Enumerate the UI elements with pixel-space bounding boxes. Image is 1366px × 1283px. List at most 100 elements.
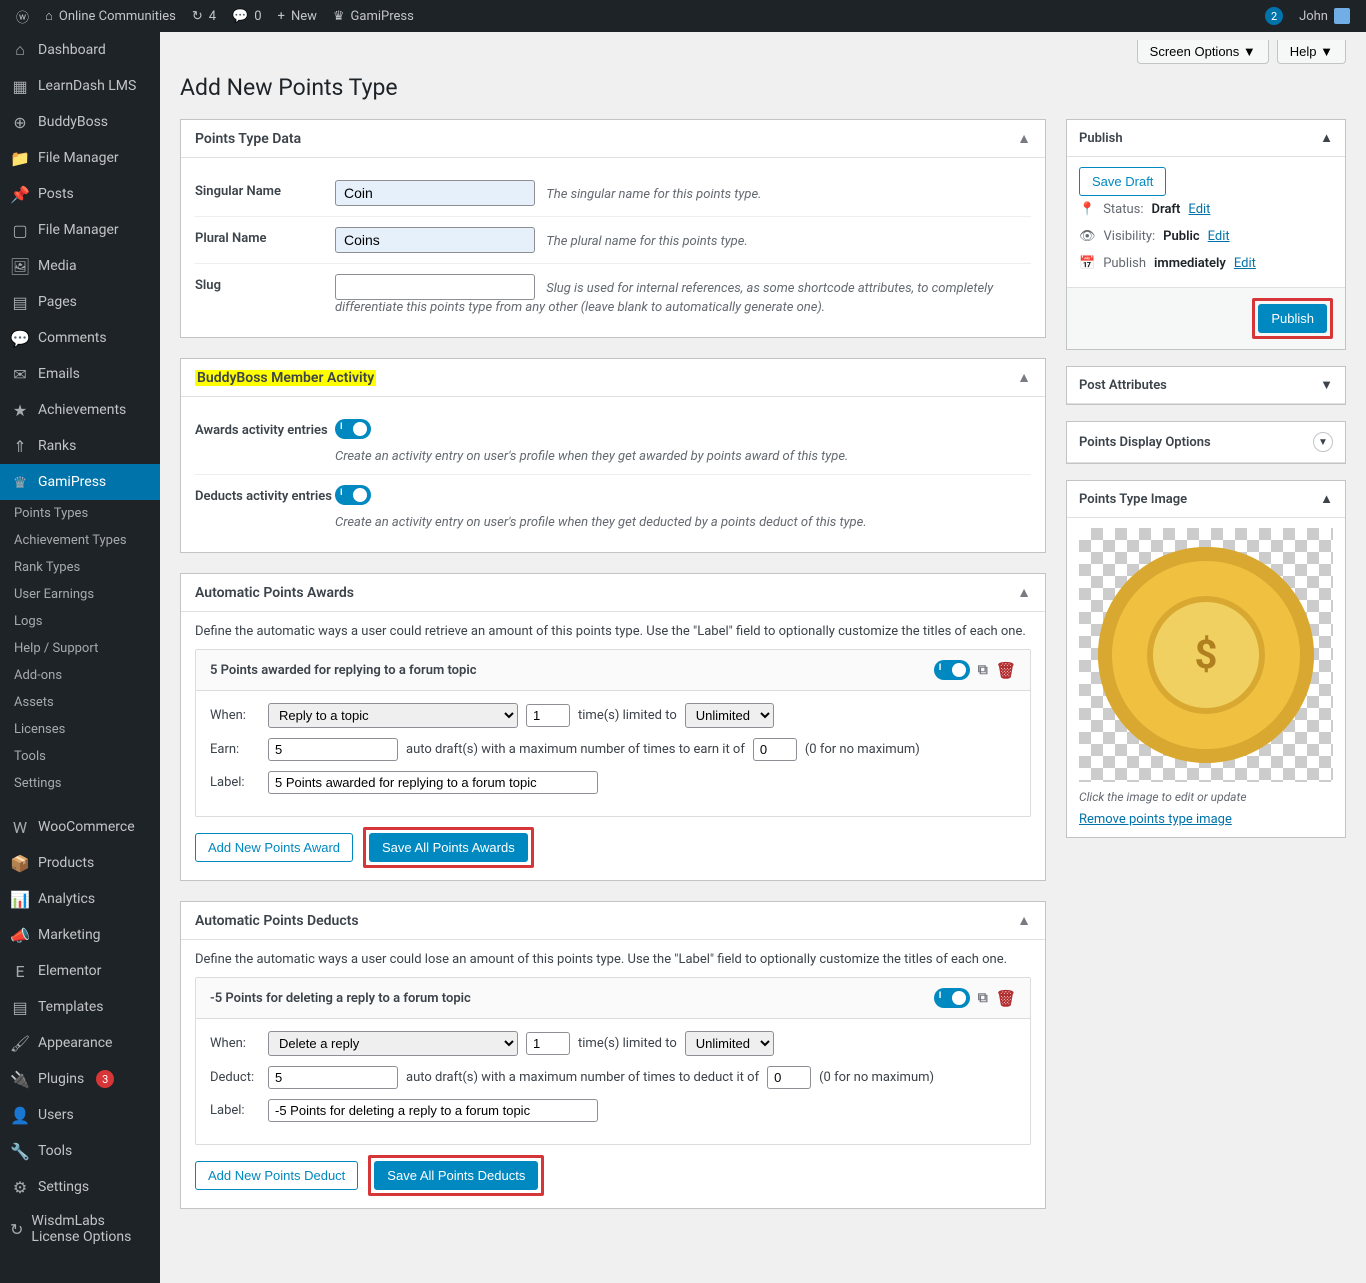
add-award-button[interactable]: Add New Points Award xyxy=(195,833,353,862)
save-awards-button[interactable]: Save All Points Awards xyxy=(369,833,528,862)
sidebar-item-media[interactable]: 🖼Media xyxy=(0,248,160,284)
expand-icon[interactable]: ▼ xyxy=(1313,432,1333,452)
comments-link[interactable]: 💬0 xyxy=(224,0,270,32)
sidebar-item-achievements[interactable]: ★Achievements xyxy=(0,392,160,428)
plural-name-input[interactable] xyxy=(335,227,535,253)
panel-header[interactable]: Publish▲ xyxy=(1067,120,1345,157)
when-select[interactable]: Delete a reply xyxy=(268,1031,518,1056)
sidebar-sub-rank-types[interactable]: Rank Types xyxy=(0,554,160,581)
earn-max-input[interactable] xyxy=(753,738,797,761)
new-content-link[interactable]: +New xyxy=(270,0,325,32)
save-deducts-button[interactable]: Save All Points Deducts xyxy=(374,1161,538,1190)
sidebar-item-emails[interactable]: ✉Emails xyxy=(0,356,160,392)
publish-button[interactable]: Publish xyxy=(1258,304,1327,333)
limit-select[interactable]: Unlimited xyxy=(685,703,774,728)
sidebar-item-buddyboss[interactable]: ⊕BuddyBoss xyxy=(0,104,160,140)
collapse-icon[interactable]: ▲ xyxy=(1017,130,1031,147)
sidebar-item-woocommerce[interactable]: WWooCommerce xyxy=(0,809,160,845)
limit-select[interactable]: Unlimited xyxy=(685,1031,774,1056)
edit-visibility-link[interactable]: Edit xyxy=(1208,229,1230,244)
add-deduct-button[interactable]: Add New Points Deduct xyxy=(195,1161,358,1190)
points-image[interactable]: $ xyxy=(1079,528,1333,782)
times-input[interactable] xyxy=(526,1032,570,1055)
updates-link[interactable]: ↻4 xyxy=(184,0,224,32)
trash-icon[interactable]: 🗑 xyxy=(996,661,1016,680)
sidebar-item-analytics[interactable]: 📊Analytics xyxy=(0,881,160,917)
copy-icon[interactable]: ⧉ xyxy=(978,990,988,1006)
collapse-icon[interactable]: ▲ xyxy=(1017,369,1031,386)
sidebar-item-file-manager[interactable]: ▢File Manager xyxy=(0,212,160,248)
collapse-icon[interactable]: ▲ xyxy=(1320,130,1333,146)
sidebar-item-pages[interactable]: ▤Pages xyxy=(0,284,160,320)
hint: Create an activity entry on user's profi… xyxy=(335,449,1031,464)
sidebar-item-ranks[interactable]: ⇑Ranks xyxy=(0,428,160,464)
collapse-icon[interactable]: ▲ xyxy=(1017,912,1031,929)
panel-header[interactable]: Automatic Points Awards ▲ xyxy=(181,574,1045,612)
help-btn[interactable]: Help ▼ xyxy=(1277,40,1346,64)
awards-activity-toggle[interactable]: I xyxy=(335,419,371,439)
wp-logo[interactable]: ⓦ xyxy=(8,0,37,32)
panel-header[interactable]: Post Attributes▼ xyxy=(1067,367,1345,404)
sidebar-item-plugins[interactable]: 🔌Plugins3 xyxy=(0,1061,160,1097)
panel-header[interactable]: Points Type Data ▲ xyxy=(181,120,1045,158)
save-draft-button[interactable]: Save Draft xyxy=(1079,167,1166,196)
sidebar-item-products[interactable]: 📦Products xyxy=(0,845,160,881)
sidebar-sub-assets[interactable]: Assets xyxy=(0,689,160,716)
sidebar-sub-settings[interactable]: Settings xyxy=(0,770,160,797)
notifications[interactable]: 2 xyxy=(1257,0,1291,32)
sidebar-sub-points-types[interactable]: Points Types xyxy=(0,500,160,527)
sidebar-sub-licenses[interactable]: Licenses xyxy=(0,716,160,743)
sidebar-sub-tools[interactable]: Tools xyxy=(0,743,160,770)
edit-status-link[interactable]: Edit xyxy=(1188,202,1210,217)
panel-header[interactable]: Points Type Image▲ xyxy=(1067,481,1345,518)
sidebar-sub-user-earnings[interactable]: User Earnings xyxy=(0,581,160,608)
copy-icon[interactable]: ⧉ xyxy=(978,662,988,678)
deduct-max-input[interactable] xyxy=(767,1066,811,1089)
sidebar-item-appearance[interactable]: 🖌Appearance xyxy=(0,1025,160,1061)
label-input[interactable] xyxy=(268,771,598,794)
singular-name-input[interactable] xyxy=(335,180,535,206)
deducts-activity-toggle[interactable]: I xyxy=(335,485,371,505)
menu-icon: ▤ xyxy=(10,997,30,1017)
user-menu[interactable]: John xyxy=(1291,0,1358,32)
site-link[interactable]: ⌂Online Communities xyxy=(37,0,184,32)
sidebar-sub-help-support[interactable]: Help / Support xyxy=(0,635,160,662)
edit-date-link[interactable]: Edit xyxy=(1234,256,1256,271)
panel-desc: Define the automatic ways a user could l… xyxy=(195,952,1031,967)
sidebar-item-users[interactable]: 👤Users xyxy=(0,1097,160,1133)
sidebar-item-elementor[interactable]: EElementor xyxy=(0,953,160,989)
collapse-icon[interactable]: ▲ xyxy=(1017,584,1031,601)
avatar xyxy=(1334,8,1350,24)
expand-icon[interactable]: ▼ xyxy=(1320,377,1333,393)
sidebar-item-wisdmlabs-license-options[interactable]: ↻WisdmLabs License Options xyxy=(0,1205,160,1253)
collapse-icon[interactable]: ▲ xyxy=(1320,491,1333,507)
panel-header[interactable]: BuddyBoss Member Activity ▲ xyxy=(181,359,1045,397)
sidebar-item-gamipress[interactable]: ♛GamiPress xyxy=(0,464,160,500)
sidebar-sub-add-ons[interactable]: Add-ons xyxy=(0,662,160,689)
sidebar-item-dashboard[interactable]: ⌂Dashboard xyxy=(0,32,160,68)
remove-image-link[interactable]: Remove points type image xyxy=(1079,812,1232,827)
trash-icon[interactable]: 🗑 xyxy=(996,989,1016,1008)
sidebar-item-marketing[interactable]: 📣Marketing xyxy=(0,917,160,953)
sidebar-sub-achievement-types[interactable]: Achievement Types xyxy=(0,527,160,554)
sidebar-item-posts[interactable]: 📌Posts xyxy=(0,176,160,212)
panel-header[interactable]: Automatic Points Deducts ▲ xyxy=(181,902,1045,940)
deduct-input[interactable] xyxy=(268,1066,398,1089)
award-enable-toggle[interactable]: I xyxy=(934,660,970,680)
sidebar-sub-logs[interactable]: Logs xyxy=(0,608,160,635)
screen-options-btn[interactable]: Screen Options ▼ xyxy=(1137,40,1269,64)
label-input[interactable] xyxy=(268,1099,598,1122)
sidebar-item-comments[interactable]: 💬Comments xyxy=(0,320,160,356)
sidebar-item-tools[interactable]: 🔧Tools xyxy=(0,1133,160,1169)
gamipress-link[interactable]: ♛GamiPress xyxy=(325,0,422,32)
deduct-enable-toggle[interactable]: I xyxy=(934,988,970,1008)
sidebar-item-learndash-lms[interactable]: ▦LearnDash LMS xyxy=(0,68,160,104)
sidebar-item-templates[interactable]: ▤Templates xyxy=(0,989,160,1025)
earn-input[interactable] xyxy=(268,738,398,761)
times-input[interactable] xyxy=(526,704,570,727)
panel-header[interactable]: Points Display Options▼ xyxy=(1067,422,1345,463)
when-select[interactable]: Reply to a topic xyxy=(268,703,518,728)
sidebar-item-settings[interactable]: ⚙Settings xyxy=(0,1169,160,1205)
sidebar-item-file-manager[interactable]: 📁File Manager xyxy=(0,140,160,176)
slug-input[interactable] xyxy=(335,274,535,300)
